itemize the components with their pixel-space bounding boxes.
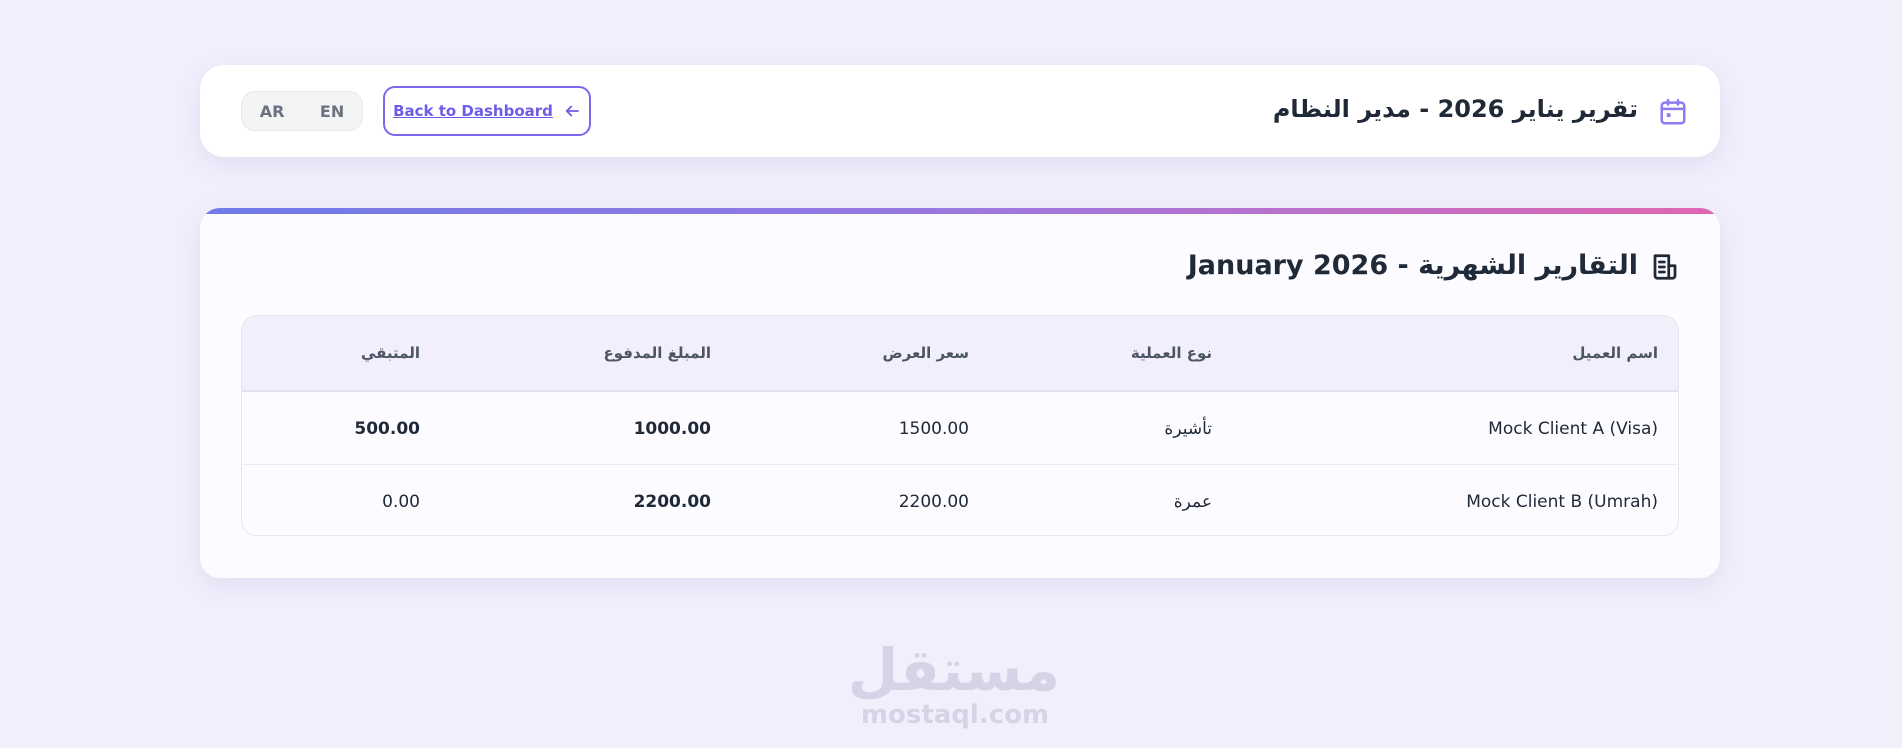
paid-amount-cell: 2200.00 <box>633 491 711 512</box>
table-row[interactable]: Mock Client B (Umrah) عمرة 2200.00 2200.… <box>242 466 1678 535</box>
report-table: اسم العميل نوع العملية سعر العرض المبلغ … <box>241 315 1679 536</box>
remaining-amount-cell: 500.00 <box>354 419 420 439</box>
remaining-amount-cell: 0.00 <box>382 491 420 512</box>
column-header-client[interactable]: اسم العميل <box>1572 316 1658 390</box>
table-row[interactable]: Mock Client A (Visa) تأشيرة 1500.00 1000… <box>242 394 1678 465</box>
paid-amount-cell: 1000.00 <box>633 419 711 439</box>
page-title: تقرير يناير 2026 - مدير النظام <box>1272 95 1638 123</box>
language-switcher: AR EN <box>241 91 363 131</box>
column-header-paid[interactable]: المبلغ المدفوع <box>603 316 711 390</box>
client-name-cell: Mock Client B (Umrah) <box>1466 491 1658 512</box>
column-header-type[interactable]: نوع العملية <box>1131 316 1212 390</box>
offer-price-cell: 1500.00 <box>898 419 969 439</box>
column-header-price[interactable]: سعر العرض <box>882 316 969 390</box>
column-header-remaining[interactable]: المتبقي <box>361 316 420 390</box>
header-card: تقرير يناير 2026 - مدير النظام AR EN Bac… <box>200 65 1720 157</box>
card-accent-bar <box>200 208 1720 214</box>
back-button-label: Back to Dashboard <box>393 102 553 120</box>
table-header-row: اسم العميل نوع العملية سعر العرض المبلغ … <box>242 316 1678 392</box>
watermark-english: mostaql.com <box>860 700 1050 730</box>
arrow-left-icon <box>565 105 579 117</box>
lang-en-button[interactable]: EN <box>314 98 350 125</box>
document-icon <box>1653 254 1677 280</box>
report-title: التقارير الشهرية - January 2026 <box>1187 250 1638 281</box>
operation-type-cell: تأشيرة <box>1164 419 1212 439</box>
offer-price-cell: 2200.00 <box>898 491 969 512</box>
monthly-report-card: التقارير الشهرية - January 2026 اسم العم… <box>200 208 1720 578</box>
client-name-cell: Mock Client A (Visa) <box>1488 419 1658 439</box>
operation-type-cell: عمرة <box>1173 491 1212 512</box>
lang-ar-button[interactable]: AR <box>254 98 291 125</box>
back-to-dashboard-button[interactable]: Back to Dashboard <box>383 86 591 136</box>
watermark-arabic: مستقل <box>847 636 1060 704</box>
calendar-icon <box>1660 98 1686 125</box>
watermark: مستقل mostaql.com <box>847 636 1060 730</box>
